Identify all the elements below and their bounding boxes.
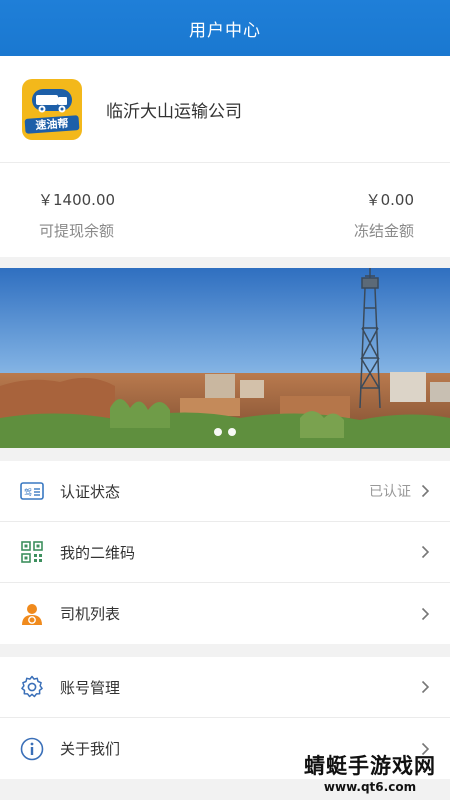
qr-code-icon xyxy=(20,540,44,564)
menu-label: 我的二维码 xyxy=(60,543,136,562)
withdrawable-balance[interactable]: ￥1400.00 可提现余额 xyxy=(38,189,115,241)
company-logo: 速油帮 xyxy=(22,78,82,140)
menu-label: 司机列表 xyxy=(60,605,121,623)
watermark-url: www.qt6.com xyxy=(323,780,417,794)
watermark-title: 蜻蜓手游戏网 xyxy=(304,754,436,778)
balance-panel: ￥1400.00 可提现余额 ￥0.00 冻结金额 xyxy=(0,163,450,257)
profile-card[interactable]: 速油帮 临沂大山运输公司 xyxy=(0,56,450,163)
site-watermark: 蜻蜓手游戏网 www.qt6.com xyxy=(304,750,436,794)
banner-carousel[interactable] xyxy=(0,268,450,448)
driver-icon xyxy=(20,602,44,626)
truck-icon xyxy=(32,88,72,112)
menu-group-account-info: 驾 认证状态 已认证 我的二维码 司机列表 xyxy=(0,461,450,644)
company-name: 临沂大山运输公司 xyxy=(106,101,242,122)
menu-label: 账号管理 xyxy=(60,678,121,697)
chevron-right-icon xyxy=(421,680,430,694)
carousel-dot[interactable] xyxy=(228,428,236,436)
chevron-right-icon xyxy=(421,607,430,620)
menu-label: 认证状态 xyxy=(60,482,121,501)
svg-text:驾: 驾 xyxy=(24,487,32,497)
frozen-value: ￥0.00 xyxy=(365,191,414,209)
frozen-label: 冻结金额 xyxy=(353,222,414,240)
id-card-icon: 驾 xyxy=(20,479,44,503)
carousel-indicators xyxy=(214,428,236,436)
menu-item-driver-list[interactable]: 司机列表 xyxy=(0,583,450,644)
gear-icon xyxy=(20,675,44,699)
menu-item-verification[interactable]: 驾 认证状态 已认证 xyxy=(0,461,450,522)
carousel-dot[interactable] xyxy=(214,428,222,436)
chevron-right-icon xyxy=(421,545,430,559)
verification-status: 已认证 xyxy=(369,484,411,500)
menu-item-account-management[interactable]: 账号管理 xyxy=(0,657,450,718)
page-title: 用户中心 xyxy=(189,20,261,41)
frozen-balance[interactable]: ￥0.00 冻结金额 xyxy=(354,189,414,241)
app-header: 用户中心 xyxy=(0,0,450,56)
info-icon xyxy=(20,737,44,761)
withdrawable-value: ￥1400.00 xyxy=(38,191,116,209)
banner-image xyxy=(0,268,450,448)
menu-item-qr-code[interactable]: 我的二维码 xyxy=(0,522,450,583)
chevron-right-icon xyxy=(421,484,430,498)
withdrawable-label: 可提现余额 xyxy=(39,222,115,240)
logo-text: 速油帮 xyxy=(24,114,80,134)
